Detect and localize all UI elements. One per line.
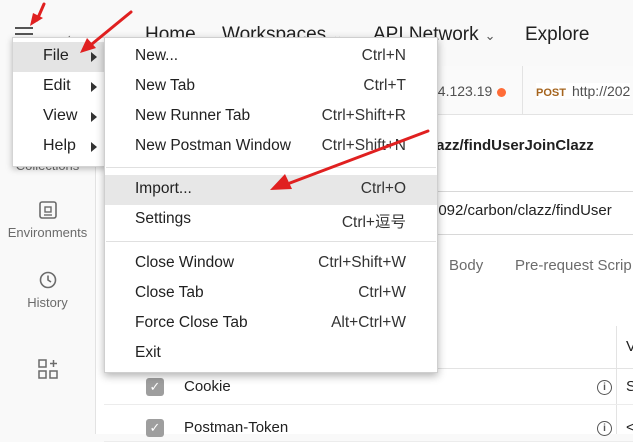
annotation-arrows bbox=[30, 2, 430, 190]
